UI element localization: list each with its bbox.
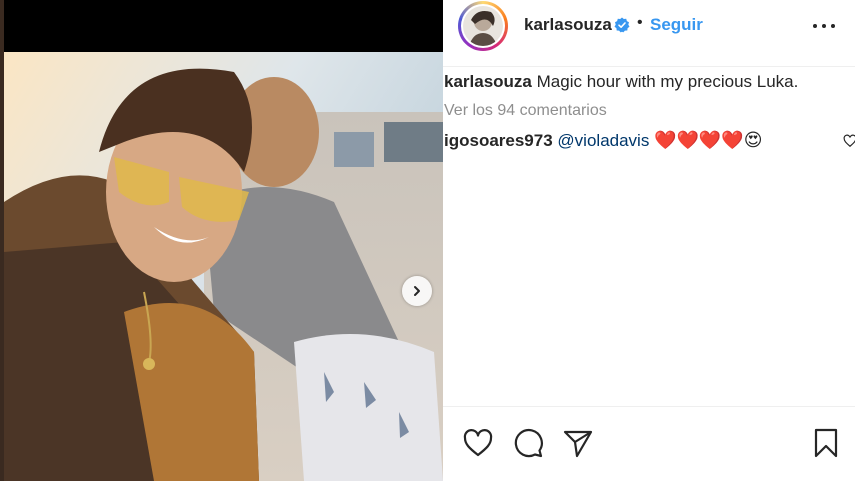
bookmark-icon[interactable] bbox=[810, 427, 842, 459]
comment-emojis: ❤️❤️❤️❤️😍 bbox=[654, 130, 763, 151]
header-separator: • bbox=[637, 14, 643, 31]
author-username[interactable]: karlasouza bbox=[524, 15, 612, 35]
caption-username[interactable]: karlasouza bbox=[444, 72, 532, 91]
post-actions-bar bbox=[443, 406, 855, 482]
paper-plane-icon[interactable] bbox=[562, 427, 594, 459]
chevron-right-icon bbox=[414, 286, 420, 296]
caption-text: Magic hour with my precious Luka. bbox=[536, 72, 799, 91]
post-side-panel: karlasouza • Seguir karlasouza Magic hou… bbox=[443, 0, 855, 481]
comment-like-heart-icon[interactable] bbox=[843, 134, 855, 148]
follow-button[interactable]: Seguir bbox=[650, 15, 703, 35]
more-options-icon[interactable] bbox=[813, 18, 835, 34]
verified-badge-icon bbox=[614, 17, 630, 33]
post-photo bbox=[4, 52, 443, 481]
avatar-story-ring[interactable] bbox=[458, 1, 508, 51]
comment-mention[interactable]: @violadavis bbox=[557, 131, 649, 150]
view-all-comments-link[interactable]: Ver los 94 comentarios bbox=[444, 102, 607, 120]
next-photo-button[interactable] bbox=[402, 276, 432, 306]
avatar bbox=[463, 6, 503, 46]
post-header: karlasouza • Seguir bbox=[443, 0, 855, 67]
post-photo-pane bbox=[4, 0, 443, 481]
comment-username[interactable]: igosoares973 bbox=[444, 131, 553, 150]
comment-bubble-icon[interactable] bbox=[512, 427, 544, 459]
comment-item: igosoares973 @violadavis ❤️❤️❤️❤️😍 bbox=[444, 130, 762, 151]
photo-letterbox bbox=[4, 0, 443, 52]
heart-icon[interactable] bbox=[462, 427, 494, 459]
post-caption: karlasouza Magic hour with my precious L… bbox=[444, 72, 798, 92]
